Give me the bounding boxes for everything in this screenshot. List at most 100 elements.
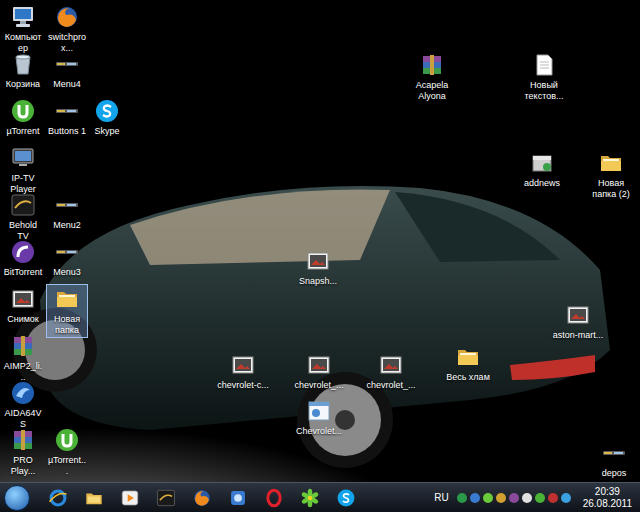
menu-app-icon — [54, 239, 80, 265]
desktop-icon[interactable]: Новая папка — [46, 284, 88, 338]
taskbar-button[interactable] — [258, 485, 290, 511]
desktop-icon-label: BitTorrent — [3, 267, 43, 278]
firefox-icon — [192, 488, 212, 508]
tray-icon[interactable] — [522, 493, 532, 503]
tray-icon[interactable] — [535, 493, 545, 503]
desktop-icon[interactable]: µTorrent — [2, 96, 44, 139]
taskbar-button[interactable] — [42, 485, 74, 511]
desktop-icon-label: AIMP2_li... — [3, 361, 43, 383]
desktop-icon[interactable]: Корзина — [2, 49, 44, 92]
desktop-icon-label: Behold TV — [3, 220, 43, 242]
desktop-icon[interactable]: PRO Play... — [2, 425, 44, 479]
taskbar-button[interactable] — [186, 485, 218, 511]
desktop-icon-label: Новая папка (2) — [585, 178, 637, 200]
tv-player-icon — [10, 145, 36, 171]
taskbar-button[interactable] — [78, 485, 110, 511]
tray-icon[interactable] — [548, 493, 558, 503]
desktop-icon-label: µTorrent — [3, 126, 43, 137]
desktop-icon[interactable]: switchprox... — [46, 2, 88, 56]
desktop-icon-label: Menu4 — [47, 79, 87, 90]
skype-icon — [94, 98, 120, 124]
desktop-icon[interactable]: Chevrolet... — [290, 396, 348, 439]
clock[interactable]: 20:3926.08.2011 — [583, 486, 632, 510]
image-file-icon — [306, 352, 332, 378]
bittorrent-icon — [10, 239, 36, 265]
desktop-screen: Компьютерswitchprox... Корзина Menu4 µTorre… — [0, 0, 640, 512]
desktop-icon-label: Menu3 — [47, 267, 87, 278]
desktop-icon-label: depos — [591, 468, 637, 479]
desktop-icon[interactable]: Новый текстов... — [514, 50, 574, 104]
desktop-icon[interactable]: aston-mart... — [548, 300, 608, 343]
desktop-icon[interactable]: Снимок — [2, 284, 44, 327]
desktop-icon-label: IP-TV Player — [3, 173, 43, 195]
archive-icon — [10, 427, 36, 453]
desktop-icon[interactable]: Acapela Alyona — [404, 50, 460, 104]
taskbar-button[interactable] — [222, 485, 254, 511]
taskbar-button[interactable] — [294, 485, 326, 511]
desktop-icon[interactable]: IP-TV Player — [2, 143, 44, 197]
desktop-icon-label: addnews — [515, 178, 569, 189]
desktop-icon[interactable]: chevrolet_... — [362, 350, 420, 393]
language-indicator[interactable]: RU — [434, 490, 448, 505]
system-tray — [457, 493, 571, 503]
desktop-icon[interactable]: BitTorrent — [2, 237, 44, 280]
menu-app-icon — [54, 192, 80, 218]
text-file-icon — [531, 52, 557, 78]
tray-icon[interactable] — [561, 493, 571, 503]
desktop-icon-label: Весь хлам — [441, 372, 495, 383]
recycle-bin-icon — [10, 51, 36, 77]
tray-icon[interactable] — [483, 493, 493, 503]
tray-icon[interactable] — [470, 493, 480, 503]
desktop-icon-label: Корзина — [3, 79, 43, 90]
desktop-icon[interactable]: Компьютер — [2, 2, 44, 56]
desktop-icon-label: Снимок — [3, 314, 43, 325]
internet-explorer-icon — [48, 488, 68, 508]
taskbar: RU 20:3926.08.2011 — [0, 482, 640, 512]
archive-icon — [419, 52, 445, 78]
desktop-icon-label: chevrolet_... — [291, 380, 347, 391]
desktop-icon[interactable]: depos — [590, 438, 638, 481]
desktop-icon[interactable]: Menu2 — [46, 190, 88, 233]
desktop-icon[interactable]: Snapsh... — [290, 246, 346, 289]
media-player-icon — [120, 488, 140, 508]
folder-icon — [455, 344, 481, 370]
desktop-icon[interactable]: addnews — [514, 148, 570, 191]
desktop-icon[interactable]: µTorrent... — [46, 425, 88, 479]
folder-icon — [54, 286, 80, 312]
desktop-icon[interactable]: Новая папка (2) — [584, 148, 638, 202]
icq-icon — [300, 488, 320, 508]
tray-icon[interactable] — [509, 493, 519, 503]
desktop-icon[interactable]: Buttons 1 — [46, 96, 88, 139]
aida-icon — [10, 380, 36, 406]
desktop-icon[interactable]: chevrolet_... — [290, 350, 348, 393]
menu-app-icon — [601, 440, 627, 466]
desktop-icon[interactable]: Behold TV — [2, 190, 44, 244]
explorer-icon — [84, 488, 104, 508]
firefox-icon — [54, 4, 80, 30]
desktop-icon[interactable]: Menu3 — [46, 237, 88, 280]
desktop-icon-label: chevrolet-c... — [215, 380, 271, 391]
tray-icon[interactable] — [457, 493, 467, 503]
start-button[interactable] — [4, 485, 30, 511]
desktop-icon[interactable]: Skype — [86, 96, 128, 139]
desktop-icon-label: Новая папка — [47, 314, 87, 336]
desktop-icon[interactable]: Menu4 — [46, 49, 88, 92]
desktop-icon[interactable]: chevrolet-c... — [214, 350, 272, 393]
utorrent-icon — [54, 427, 80, 453]
desktop-icon[interactable]: Весь хлам — [440, 342, 496, 385]
taskbar-button[interactable] — [114, 485, 146, 511]
app-icon — [228, 488, 248, 508]
desktop-icon-label: µTorrent... — [47, 455, 87, 477]
image-file-icon — [10, 286, 36, 312]
menu-app-icon — [54, 98, 80, 124]
image-file-icon — [378, 352, 404, 378]
behold-tv-icon — [10, 192, 36, 218]
taskbar-button[interactable] — [330, 485, 362, 511]
desktop-icon-label: PRO Play... — [3, 455, 43, 477]
skype-icon — [336, 488, 356, 508]
tray-icon[interactable] — [496, 493, 506, 503]
image-file-icon — [565, 302, 591, 328]
taskbar-button[interactable] — [150, 485, 182, 511]
desktop-icon[interactable]: AIMP2_li... — [2, 331, 44, 385]
desktop-icon[interactable]: AIDA64VS — [2, 378, 44, 432]
